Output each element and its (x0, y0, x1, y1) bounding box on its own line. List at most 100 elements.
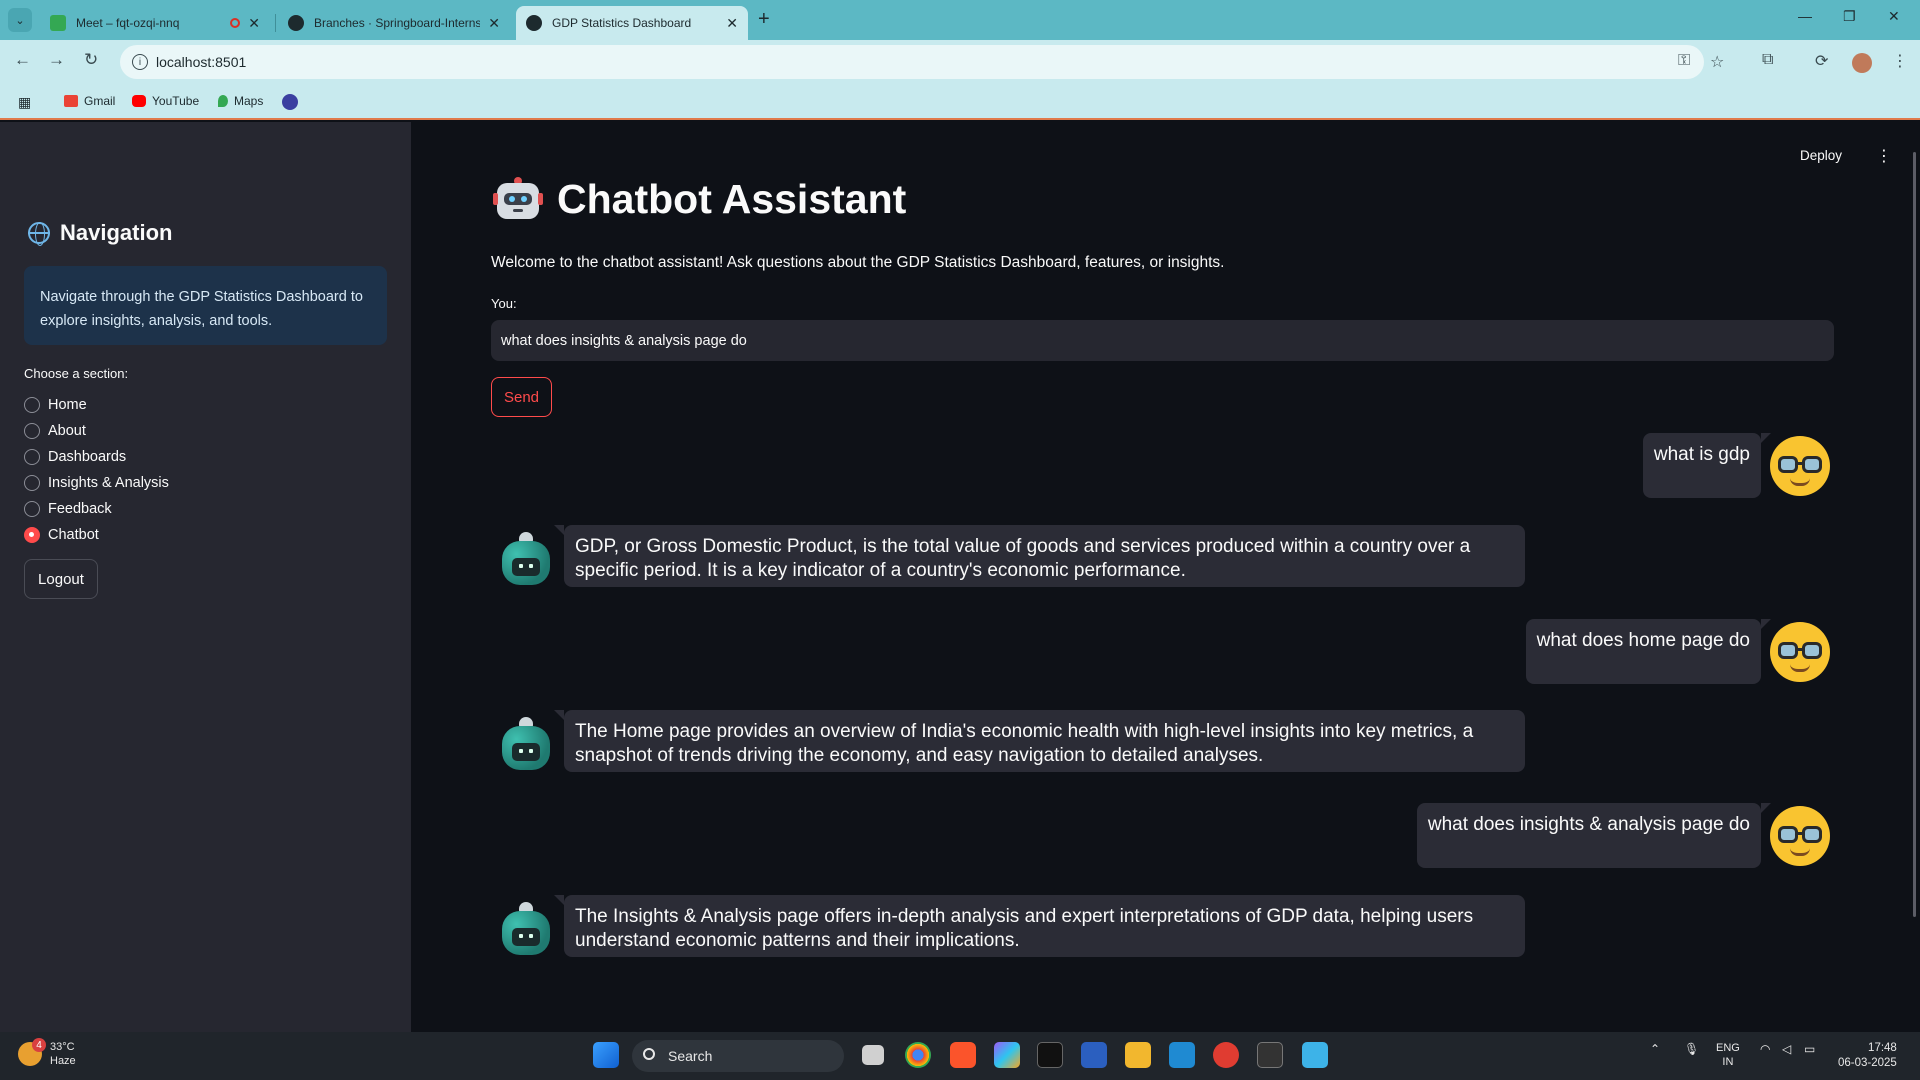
language-indicator[interactable]: ENG IN (1716, 1041, 1740, 1069)
battery-icon[interactable]: ▭ (1804, 1042, 1815, 1056)
section-radio-label: Choose a section: (24, 366, 129, 381)
task-view-icon[interactable] (862, 1045, 884, 1065)
tab-meet[interactable]: Meet – fqt-ozqi-nnq ✕ (40, 6, 270, 40)
radio-about[interactable]: About (24, 418, 169, 444)
page-title: Chatbot Assistant (493, 176, 906, 223)
close-tab-icon[interactable]: ✕ (488, 15, 500, 32)
powershell-icon[interactable] (1081, 1042, 1107, 1068)
vscode-icon[interactable] (1169, 1042, 1195, 1068)
browser-toolbar: ← → ↻ i localhost:8501 ⚿ ☆ ⧉ ⟳ ⋮ (0, 40, 1920, 85)
sidebar-title: Navigation (28, 220, 172, 246)
site-info-icon[interactable]: i (132, 54, 148, 70)
forward-button[interactable]: → (48, 50, 65, 70)
radio-circle-icon (24, 423, 40, 439)
bot-avatar-icon (500, 902, 552, 958)
gmail-icon (64, 95, 78, 107)
brave-icon[interactable] (950, 1042, 976, 1068)
sidebar-info-box: Navigate through the GDP Statistics Dash… (24, 266, 387, 345)
url-text[interactable]: localhost:8501 (156, 54, 246, 70)
apps-grid-icon[interactable]: ▦ (18, 94, 31, 111)
recording-icon (230, 18, 241, 28)
minimize-button[interactable]: — (1798, 8, 1812, 24)
youtube-icon (132, 95, 146, 107)
tab-search-button[interactable]: ⌄ (8, 8, 32, 32)
radio-feedback[interactable]: Feedback (24, 496, 169, 522)
volume-icon[interactable]: ◁ (1782, 1042, 1791, 1056)
bot-avatar-icon (500, 532, 552, 588)
wifi-icon[interactable]: ◠ (1760, 1042, 1770, 1056)
robot-emoji-icon (493, 176, 543, 223)
bot-avatar-icon (500, 717, 552, 773)
radio-circle-icon (24, 501, 40, 517)
chat-input[interactable] (491, 320, 1834, 361)
password-key-icon[interactable]: ⚿ (1678, 52, 1690, 70)
deploy-button[interactable]: Deploy (1800, 148, 1842, 163)
radio-circle-icon (24, 397, 40, 413)
radio-insights-analysis[interactable]: Insights & Analysis (24, 470, 169, 496)
you-label: You: (491, 296, 517, 311)
maps-icon (218, 95, 228, 107)
welcome-text: Welcome to the chatbot assistant! Ask qu… (491, 254, 1225, 271)
radio-selected-icon (24, 527, 40, 543)
notepad-icon[interactable] (1302, 1042, 1328, 1068)
close-tab-icon[interactable]: ✕ (248, 15, 260, 32)
radio-home[interactable]: Home (24, 392, 169, 418)
bot-message: The Home page provides an overview of In… (554, 710, 1525, 772)
user-avatar-icon (1770, 806, 1830, 866)
wps-office-icon[interactable] (1213, 1042, 1239, 1068)
new-tab-button[interactable]: + (758, 8, 770, 31)
logout-button[interactable]: Logout (24, 559, 98, 599)
radio-chatbot[interactable]: Chatbot (24, 522, 169, 548)
address-bar[interactable]: i localhost:8501 ⚿ ☆ (120, 45, 1724, 79)
weather-widget[interactable]: 4 33°C Haze (18, 1038, 76, 1068)
bot-message: GDP, or Gross Domestic Product, is the t… (554, 525, 1525, 587)
microphone-icon[interactable]: 🎙 (1684, 1042, 1699, 1056)
github-icon (288, 15, 304, 31)
terminal-icon[interactable] (1037, 1042, 1063, 1068)
bookmark-gmail[interactable]: Gmail (64, 94, 115, 108)
main-menu-icon[interactable]: ⋮ (1876, 146, 1892, 166)
extensions-icon[interactable]: ⧉ (1762, 51, 1773, 69)
user-message: what does insights & analysis page do (1416, 803, 1772, 868)
tab-github-branches[interactable]: Branches · Springboard-Internshi ✕ (278, 6, 510, 40)
bookmarks-bar: ▦ Gmail YouTube Maps (0, 85, 1920, 120)
windows-taskbar: 4 33°C Haze Search ⌃ 🎙 ENG IN ◠ ◁ ▭ 17:48 0… (0, 1032, 1920, 1080)
close-window-button[interactable]: ✕ (1888, 8, 1900, 25)
copilot-icon[interactable]: ⟳ (1815, 51, 1828, 71)
globe-icon (28, 222, 50, 246)
search-icon (643, 1048, 655, 1060)
tray-overflow-icon[interactable]: ⌃ (1650, 1042, 1660, 1056)
back-button[interactable]: ← (14, 50, 31, 70)
user-avatar-icon (1770, 622, 1830, 682)
bookmark-extra[interactable] (282, 94, 298, 110)
section-radio-group: Home About Dashboards Insights & Analysi… (24, 392, 169, 548)
weather-icon: 4 (18, 1038, 46, 1066)
windows-start-icon[interactable] (593, 1042, 619, 1068)
command-prompt-icon[interactable] (1257, 1042, 1283, 1068)
streamlit-app: Navigation Navigate through the GDP Stat… (0, 122, 1920, 1032)
user-avatar-icon (1770, 436, 1830, 496)
tab-gdp-dashboard[interactable]: GDP Statistics Dashboard ✕ (516, 6, 748, 40)
send-button[interactable]: Send (491, 377, 552, 417)
browser-menu-icon[interactable]: ⋮ (1892, 51, 1908, 71)
bookmark-star-icon[interactable]: ☆ (1710, 52, 1724, 72)
bookmark-maps[interactable]: Maps (218, 94, 263, 108)
radio-circle-icon (24, 475, 40, 491)
reload-button[interactable]: ↻ (84, 50, 98, 70)
chrome-icon[interactable] (905, 1042, 931, 1068)
restore-button[interactable]: ❐ (1843, 8, 1856, 25)
copilot-app-icon[interactable] (994, 1042, 1020, 1068)
file-explorer-icon[interactable] (1125, 1042, 1151, 1068)
google-meet-icon (50, 15, 66, 31)
bookmark-site-icon (282, 94, 298, 110)
system-clock[interactable]: 17:48 06-03-2025 (1838, 1041, 1897, 1071)
bookmark-youtube[interactable]: YouTube (132, 94, 199, 108)
main-scrollbar[interactable] (1913, 152, 1916, 917)
browser-tab-bar: ⌄ Meet – fqt-ozqi-nnq ✕ Branches · Sprin… (0, 0, 1920, 40)
taskbar-search[interactable]: Search (632, 1040, 844, 1072)
profile-avatar[interactable] (1852, 53, 1872, 73)
radio-dashboards[interactable]: Dashboards (24, 444, 169, 470)
close-tab-icon[interactable]: ✕ (726, 15, 738, 32)
radio-circle-icon (24, 449, 40, 465)
tab-divider (275, 14, 276, 32)
